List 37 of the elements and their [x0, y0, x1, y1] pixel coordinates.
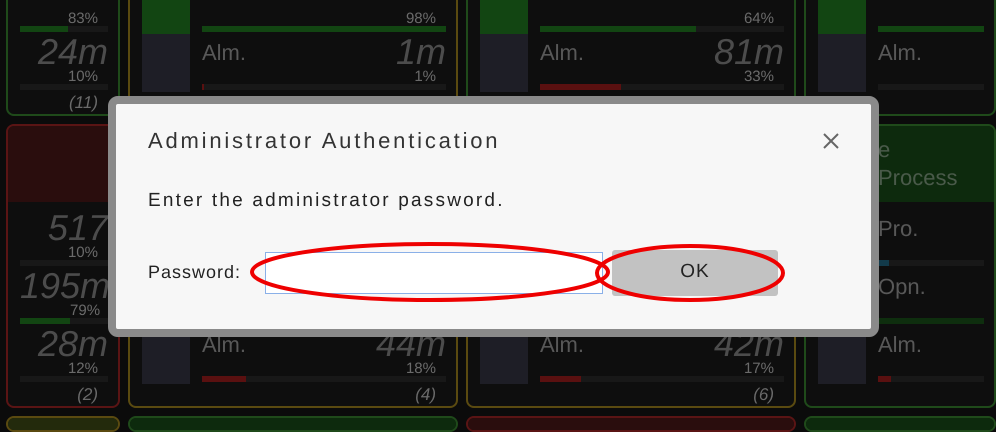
percent-text: 10%: [68, 70, 99, 83]
password-label: Password:: [148, 261, 242, 284]
metric-value: 517: [48, 210, 108, 246]
row-label: Opn.: [878, 272, 926, 301]
percent-text: 1%: [414, 70, 437, 83]
metric-value: 81m: [714, 34, 784, 70]
percent-text: 18%: [406, 362, 437, 375]
card-header-text: e: [878, 136, 892, 164]
row-label: Alm.: [540, 330, 584, 358]
percent-text: 12%: [68, 362, 99, 375]
password-field[interactable]: [265, 252, 603, 294]
percent-text: 10%: [68, 246, 99, 259]
percent-text: 83%: [68, 12, 99, 25]
row-label: Pro.: [878, 214, 918, 242]
percent-text: 98%: [406, 12, 437, 25]
row-label: Alm.: [878, 38, 922, 66]
percent-text: 79%: [70, 304, 102, 317]
count-text: (2): [77, 384, 99, 406]
percent-text: 17%: [744, 362, 775, 375]
dialog-message: Enter the administrator password.: [147, 189, 506, 213]
row-label: Alm.: [202, 38, 246, 66]
dialog-title: Administrator Authentication: [148, 127, 500, 155]
metric-value: 28m: [38, 326, 108, 362]
close-icon[interactable]: [821, 130, 841, 150]
card-header-text: Process: [878, 164, 958, 192]
row-label: Alm.: [878, 330, 922, 358]
ok-button[interactable]: OK: [612, 250, 778, 296]
count-text: (11): [69, 92, 99, 114]
metric-value: 24m: [38, 34, 108, 70]
percent-text: 33%: [744, 70, 775, 83]
count-text: (4): [415, 384, 437, 406]
row-label: Alm.: [202, 330, 246, 358]
metric-value: 195m: [20, 268, 110, 304]
row-label: Alm.: [540, 38, 584, 66]
percent-text: 64%: [744, 12, 775, 25]
count-text: (6): [753, 384, 775, 406]
metric-value: 1m: [396, 34, 446, 70]
